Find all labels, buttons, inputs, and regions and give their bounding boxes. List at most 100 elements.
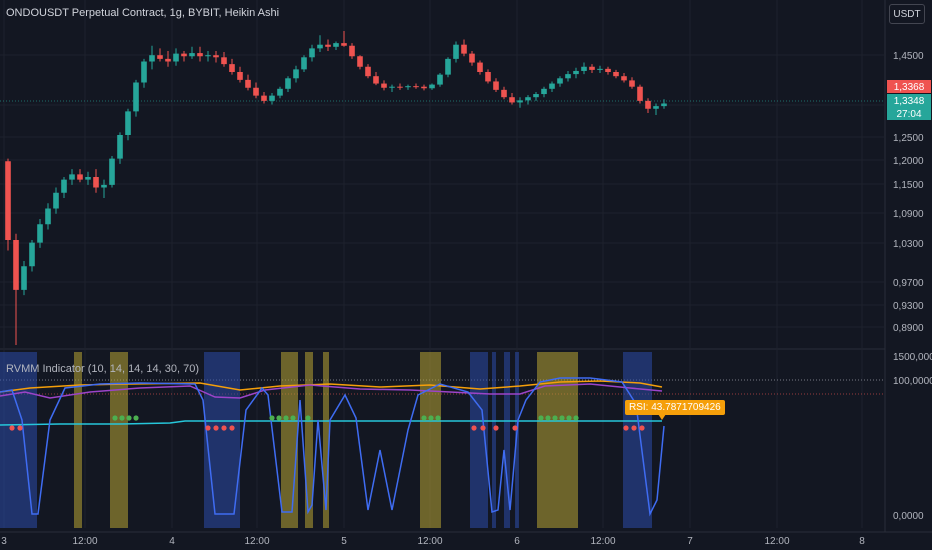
blue-band xyxy=(623,352,652,528)
green-signal-dot xyxy=(573,415,579,421)
blue-band xyxy=(0,352,37,528)
candle xyxy=(421,84,427,91)
indicator-tick-label: 1500,0000 xyxy=(893,352,932,363)
candle-body xyxy=(5,161,11,240)
candle xyxy=(493,78,499,92)
green-signal-dot xyxy=(566,415,572,421)
indicator-tick-label: 100,0000 xyxy=(893,376,932,387)
time-tick-label: 8 xyxy=(859,536,865,547)
candle-body xyxy=(181,53,187,57)
candle-body xyxy=(53,192,59,209)
indicator-tick-label: 0,0000 xyxy=(893,511,924,522)
blue-band xyxy=(492,352,496,528)
candle xyxy=(189,46,195,59)
price-tick-label: 1,0300 xyxy=(893,239,924,250)
price-tick-label: 1,2000 xyxy=(893,156,924,167)
candle xyxy=(109,156,115,188)
candle xyxy=(29,240,35,272)
green-signal-dot xyxy=(126,415,132,421)
red-signal-dot xyxy=(221,425,227,431)
candle-body xyxy=(445,58,451,75)
candle-body xyxy=(261,95,267,101)
candle-body xyxy=(213,55,219,58)
time-tick-label: 5 xyxy=(341,536,347,547)
candle-body xyxy=(621,76,627,81)
time-tick-label: 6 xyxy=(514,536,520,547)
candle xyxy=(637,84,643,104)
candle-body xyxy=(109,158,115,185)
candle-body xyxy=(269,95,275,101)
price-tick-label: 0,8900 xyxy=(893,323,924,334)
candle-body xyxy=(69,174,75,180)
candle-body xyxy=(629,80,635,87)
indicator-title[interactable]: RVMM Indicator (10, 14, 14, 14, 30, 70) xyxy=(6,363,199,375)
candle-body xyxy=(93,177,99,188)
candle-body xyxy=(13,240,19,290)
candle xyxy=(525,95,531,105)
candle xyxy=(149,45,155,70)
candle-body xyxy=(501,89,507,98)
candles xyxy=(5,31,667,345)
candle-body xyxy=(469,53,475,63)
candle xyxy=(197,46,203,62)
candle xyxy=(469,51,475,66)
price-tick-label: 0,9700 xyxy=(893,278,924,289)
candle-body xyxy=(461,44,467,54)
candle-body xyxy=(397,86,403,88)
candle xyxy=(485,69,491,84)
time-tick-label: 4 xyxy=(169,536,175,547)
candle-body xyxy=(21,266,27,290)
candle-body xyxy=(373,76,379,84)
currency-button[interactable]: USDT xyxy=(889,4,925,24)
candle xyxy=(645,98,651,113)
candle-body xyxy=(517,100,523,103)
red-signal-dot xyxy=(493,425,499,431)
candle xyxy=(53,187,59,214)
candle-body xyxy=(637,86,643,101)
candle xyxy=(85,171,91,185)
candle-body xyxy=(301,57,307,70)
candle xyxy=(101,179,107,198)
candle-body xyxy=(485,72,491,82)
candle-body xyxy=(573,70,579,75)
candle-body xyxy=(381,83,387,88)
price-tick-label: 1,2500 xyxy=(893,133,924,144)
candle xyxy=(349,43,355,59)
candle-body xyxy=(349,45,355,57)
yellow-band xyxy=(420,352,441,528)
time-tick-label: 12:00 xyxy=(244,536,269,547)
candle xyxy=(261,91,267,104)
candle-body xyxy=(605,68,611,72)
candle xyxy=(277,86,283,99)
time-tick-label: 7 xyxy=(687,536,693,547)
countdown: 27:04 xyxy=(896,109,921,120)
candle xyxy=(141,58,147,88)
green-signal-dot xyxy=(305,415,311,421)
red-signal-dot xyxy=(9,425,15,431)
candle xyxy=(557,76,563,87)
yellow-band xyxy=(110,352,128,528)
candle-body xyxy=(77,174,83,180)
candle xyxy=(325,39,331,51)
candle xyxy=(613,69,619,79)
candle-body xyxy=(245,79,251,88)
candle xyxy=(621,73,627,83)
candle-body xyxy=(293,69,299,79)
candle-body xyxy=(429,84,435,89)
candle xyxy=(501,86,507,100)
candle xyxy=(437,73,443,87)
red-signal-dot xyxy=(471,425,477,431)
time-tick-label: 3 xyxy=(1,536,7,547)
candle xyxy=(253,82,259,99)
green-signal-dot xyxy=(421,415,427,421)
candle xyxy=(333,41,339,50)
time-tick-label: 12:00 xyxy=(417,536,442,547)
chart-canvas[interactable]: 1,45001,35001,25001,20001,15001,09001,03… xyxy=(0,0,932,550)
candle-body xyxy=(645,100,651,109)
candle xyxy=(549,81,555,92)
candle xyxy=(301,55,307,72)
candle-body xyxy=(541,88,547,95)
candle xyxy=(125,108,131,141)
candle xyxy=(565,70,571,82)
red-signal-dot xyxy=(229,425,235,431)
